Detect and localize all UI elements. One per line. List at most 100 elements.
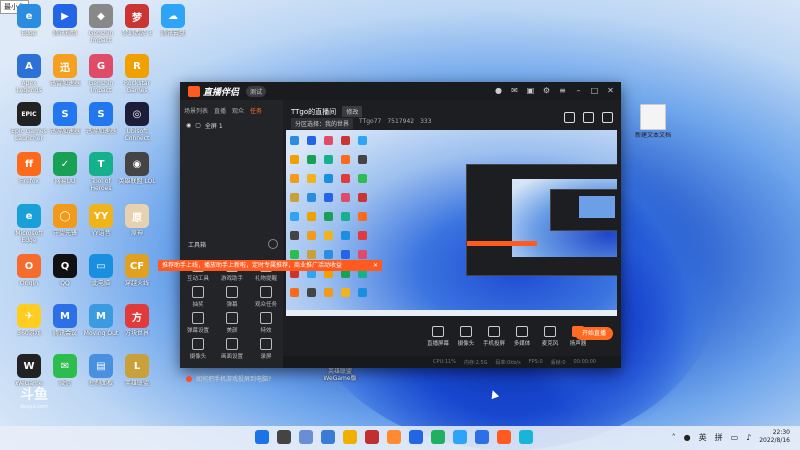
stream-preview[interactable] xyxy=(286,130,617,316)
status-bar: CPU:11% 内存:2.5G 码率:0kb/s FPS:0 丢帧:0 00:00:00 xyxy=(283,356,621,368)
avatar-icon[interactable]: ● xyxy=(494,86,503,95)
toolbox-toggle-icon[interactable] xyxy=(268,239,278,249)
gift-tool-icon[interactable] xyxy=(564,112,575,123)
tool-icon xyxy=(192,312,204,324)
source-button[interactable]: 摄像头 xyxy=(453,326,479,347)
preview-nested-window xyxy=(466,164,617,276)
source-button[interactable]: 直播屏幕 xyxy=(425,326,451,347)
search-icon[interactable] xyxy=(277,430,291,444)
stats-tool-icon[interactable] xyxy=(602,112,613,123)
task-view-icon[interactable] xyxy=(299,430,313,444)
toolbox-item[interactable]: 录屏 xyxy=(250,338,282,360)
source-icon xyxy=(432,326,444,337)
mail-icon[interactable]: ✉ xyxy=(510,86,519,95)
toolbox-item[interactable]: 抽奖 xyxy=(182,286,214,308)
app-icon: ✈ xyxy=(17,304,41,328)
gift-icon[interactable]: ▣ xyxy=(526,86,535,95)
preview-icon xyxy=(324,174,333,183)
start-stream-button[interactable]: 开始直播 xyxy=(575,327,613,340)
preview-icon xyxy=(358,155,367,164)
source-button[interactable]: 多媒体 xyxy=(509,326,535,347)
toolbox-item[interactable]: 特效 xyxy=(250,312,282,334)
toolbox-item[interactable]: 弹幕 xyxy=(216,286,248,308)
desktop-icon[interactable]: 原原神 xyxy=(116,204,158,237)
desktop-icon[interactable]: ☁ 腾讯云盘 xyxy=(152,4,194,37)
toolbox-item[interactable]: 弹幕设置 xyxy=(182,312,214,334)
desktop-icon[interactable]: L 英雄联盟 xyxy=(116,354,158,387)
tray-arrow-icon[interactable]: ˄ xyxy=(672,433,676,442)
edit-title-button[interactable]: 修改 xyxy=(342,106,363,117)
promo-text: 推荐助手上线，播放助手上新啦，定时专属推荐，商业推广活动收益 xyxy=(162,262,343,269)
source-button[interactable]: 手机投屏 xyxy=(481,326,507,347)
left-tabs: 场景列表 直播 观众 任务 xyxy=(180,100,283,115)
ime-mode[interactable]: 拼 xyxy=(715,432,723,443)
clock-date: 2022/8/16 xyxy=(759,437,790,444)
room-meta-item[interactable]: 分区选择：我的世界 xyxy=(291,118,354,129)
desktop-icon-label: 穿越火线 xyxy=(124,280,149,287)
toolbox-item[interactable]: 观众任务 xyxy=(250,286,282,308)
desktop-icon[interactable]: CF 穿越火线 xyxy=(116,254,158,287)
preview-icon xyxy=(290,136,299,145)
watermark-title: 斗鱼 xyxy=(20,387,48,403)
tool-label: 特效 xyxy=(260,328,272,334)
app-icon xyxy=(640,104,666,130)
preview-icon xyxy=(290,231,299,240)
game-app-icon[interactable] xyxy=(365,430,379,444)
app-logo: 直播伴侣 测试 xyxy=(188,85,267,98)
desktop-icon[interactable]: R Rockstar Games Launcher xyxy=(116,54,158,94)
tool-label: 录屏 xyxy=(260,354,272,360)
settings-icon[interactable]: ⚙ xyxy=(542,86,551,95)
cloud-icon[interactable] xyxy=(453,430,467,444)
explorer-icon[interactable] xyxy=(343,430,357,444)
desktop-icon-wegame-lol-label[interactable]: 英雄联盟 WeGame版 xyxy=(315,368,365,382)
desktop-icon[interactable]: ◎ Ubisoft Connect xyxy=(116,102,158,142)
tencent-video-icon[interactable] xyxy=(409,430,423,444)
preview-icon xyxy=(324,231,333,240)
start-icon[interactable] xyxy=(255,430,269,444)
left-tab[interactable]: 直播 xyxy=(214,106,226,115)
source-button[interactable]: 麦克风 xyxy=(537,326,563,347)
volume-icon[interactable]: ♪ xyxy=(746,433,751,442)
banner-close-icon[interactable]: ✕ xyxy=(373,260,378,271)
source-icon xyxy=(460,326,472,337)
meeting-icon[interactable] xyxy=(475,430,489,444)
app-icon: ◎ xyxy=(125,102,149,126)
live-companion-taskbar-icon[interactable] xyxy=(497,430,511,444)
network-icon[interactable]: ▭ xyxy=(731,433,739,442)
share-tool-icon[interactable] xyxy=(583,112,594,123)
room-meta: 分区选择：我的世界 TTgo77 7517942 333 xyxy=(291,118,432,129)
scene-item[interactable]: ◉ ▢ 全屏 1 xyxy=(180,115,283,136)
desktop-icon[interactable]: 新建文本文档 xyxy=(632,104,674,139)
monitor-icon[interactable] xyxy=(519,430,533,444)
tool-label: 抽奖 xyxy=(192,302,204,308)
close-icon[interactable]: ✕ xyxy=(606,86,615,95)
game-app-2-icon[interactable] xyxy=(387,430,401,444)
left-tab[interactable]: 场景列表 xyxy=(184,106,208,115)
uu-icon[interactable] xyxy=(431,430,445,444)
help-link[interactable]: 如何把手机游戏投屏到电脑? xyxy=(186,374,271,383)
widgets-icon[interactable] xyxy=(321,430,335,444)
windows-taskbar: ˄ ● 英 拼 ▭ ♪ 22:30 2022/8/16 xyxy=(0,426,800,450)
left-tab[interactable]: 观众 xyxy=(232,106,244,115)
desktop-icon[interactable]: ◉ 英雄联盟 LOL xyxy=(116,152,158,185)
desktop-icon[interactable]: 方方块世界 xyxy=(116,304,158,337)
clock[interactable]: 22:30 2022/8/16 xyxy=(759,429,790,445)
menu-icon[interactable]: ≡ xyxy=(558,86,567,95)
room-title: TTgo的直播间 xyxy=(291,108,337,116)
left-tab[interactable]: 任务 xyxy=(250,106,262,115)
toolbox-item[interactable]: 摄像头 xyxy=(182,338,214,360)
eye-icon[interactable]: ◉ xyxy=(186,122,191,129)
maximize-icon[interactable]: □ xyxy=(590,86,599,95)
source-icon xyxy=(544,326,556,337)
toolbox-item[interactable]: 美颜 xyxy=(216,312,248,334)
toolbox-item[interactable]: 画面设置 xyxy=(216,338,248,360)
mic-icon[interactable]: ● xyxy=(684,433,691,442)
tool-icon xyxy=(226,286,238,298)
minimize-icon[interactable]: – xyxy=(574,86,583,95)
promo-banner[interactable]: 推荐助手上线，播放助手上新啦，定时专属推荐，商业推广活动收益 ✕ xyxy=(158,260,382,271)
ime-lang[interactable]: 英 xyxy=(699,432,707,443)
app-icon: S xyxy=(89,102,113,126)
lock-icon[interactable]: ▢ xyxy=(195,122,201,129)
preview-icon xyxy=(341,212,350,221)
preview-icon xyxy=(324,136,333,145)
